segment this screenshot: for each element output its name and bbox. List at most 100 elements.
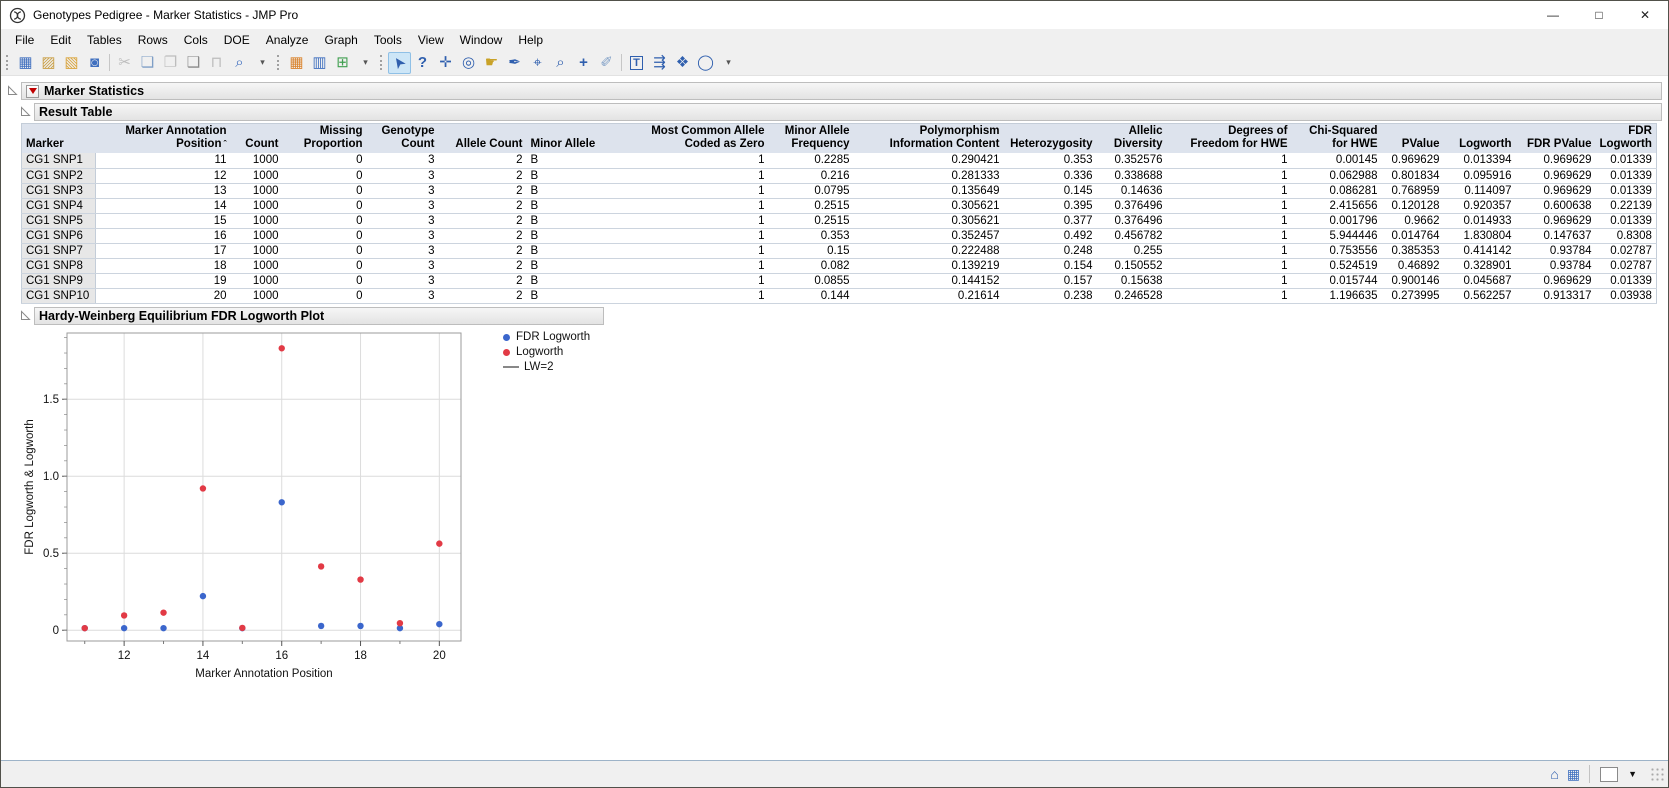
menu-help[interactable]: Help: [510, 31, 551, 49]
column-header[interactable]: Marker: [22, 124, 96, 154]
target-tool-icon[interactable]: ◎: [457, 52, 480, 74]
minimize-button[interactable]: —: [1530, 1, 1576, 29]
open-icon[interactable]: ▧: [60, 52, 83, 74]
new-journal-icon[interactable]: ▨: [37, 52, 60, 74]
legend-item-reference-line[interactable]: LW=2: [503, 360, 590, 375]
column-header[interactable]: Degrees of Freedom for HWE: [1167, 124, 1292, 154]
lasso-tool-icon[interactable]: ⌖: [526, 52, 549, 74]
menu-cols[interactable]: Cols: [176, 31, 216, 49]
table-row[interactable]: CG1 SNP1111000032B10.22850.2904210.3530.…: [22, 153, 1657, 168]
arrow-tool-icon[interactable]: ➤: [388, 52, 411, 74]
column-header[interactable]: Logworth: [1444, 124, 1516, 154]
hand-tool-icon[interactable]: ☛: [480, 52, 503, 74]
search-icon[interactable]: ⌕: [228, 52, 251, 74]
save-icon[interactable]: ◙: [83, 52, 106, 74]
move-tool-icon[interactable]: ✛: [434, 52, 457, 74]
crosshair-tool-icon[interactable]: +: [572, 52, 595, 74]
menu-graph[interactable]: Graph: [316, 31, 365, 49]
collapse-triangle-icon[interactable]: [20, 310, 31, 321]
table-row[interactable]: CG1 SNP5151000032B10.25150.3056210.3770.…: [22, 213, 1657, 228]
data-point-logworth-20[interactable]: [436, 540, 442, 546]
column-header[interactable]: Polymorphism Information Content: [854, 124, 1004, 154]
plot-area[interactable]: [67, 333, 461, 641]
color-swatch[interactable]: [1600, 767, 1618, 782]
journal-page-icon[interactable]: ❑: [182, 52, 205, 74]
polygon-tool-icon[interactable]: ❖: [671, 52, 694, 74]
toolbar-overflow-1-icon[interactable]: ▾: [251, 52, 274, 74]
brush-tool-icon[interactable]: ✒: [503, 52, 526, 74]
table-row[interactable]: CG1 SNP2121000032B10.2160.2813330.3360.3…: [22, 168, 1657, 183]
column-header[interactable]: Minor Allele: [527, 124, 619, 154]
oval-tool-icon[interactable]: ◯: [694, 52, 717, 74]
data-point-fdr-logworth-13[interactable]: [160, 624, 166, 630]
data-point-fdr-logworth-17[interactable]: [318, 622, 324, 628]
toolbar-overflow-2-icon[interactable]: ▾: [354, 52, 377, 74]
data-point-fdr-logworth-16[interactable]: [279, 499, 285, 505]
column-info-icon[interactable]: ▥: [308, 52, 331, 74]
table-row[interactable]: CG1 SNP7171000032B10.150.2224880.2480.25…: [22, 243, 1657, 258]
data-point-logworth-11[interactable]: [82, 624, 88, 630]
legend-item[interactable]: Logworth: [503, 345, 590, 360]
column-header[interactable]: Most Common Allele Coded as Zero: [619, 124, 769, 154]
table-edit-icon[interactable]: ▦: [1567, 767, 1580, 781]
close-button[interactable]: ✕: [1622, 1, 1668, 29]
home-icon[interactable]: ⌂: [1550, 767, 1558, 781]
table-row[interactable]: CG1 SNP9191000032B10.08550.1441520.1570.…: [22, 273, 1657, 288]
column-header[interactable]: PValue: [1382, 124, 1444, 154]
menu-tools[interactable]: Tools: [366, 31, 410, 49]
column-header[interactable]: Count: [231, 124, 283, 154]
red-triangle-menu-icon[interactable]: [26, 85, 39, 98]
data-point-fdr-logworth-18[interactable]: [357, 622, 363, 628]
menu-window[interactable]: Window: [452, 31, 511, 49]
data-point-logworth-14[interactable]: [200, 485, 206, 491]
data-point-fdr-logworth-20[interactable]: [436, 620, 442, 626]
column-header[interactable]: Genotype Count: [367, 124, 439, 154]
data-point-logworth-17[interactable]: [318, 563, 324, 569]
new-data-table-icon[interactable]: ▦: [14, 52, 37, 74]
annotate-tool-icon[interactable]: T: [625, 52, 648, 74]
column-header[interactable]: Allelic Diversity: [1097, 124, 1167, 154]
data-point-logworth-16[interactable]: [279, 345, 285, 351]
column-header[interactable]: Heterozygosity: [1004, 124, 1097, 154]
statusbar-dropdown-icon[interactable]: ▼: [1628, 769, 1637, 779]
column-header[interactable]: Chi-Squared for HWE: [1292, 124, 1382, 154]
data-point-logworth-19[interactable]: [397, 619, 403, 625]
resize-grip[interactable]: [1650, 767, 1665, 782]
menu-doe[interactable]: DOE: [216, 31, 258, 49]
data-point-logworth-18[interactable]: [357, 576, 363, 582]
menu-tables[interactable]: Tables: [79, 31, 130, 49]
collapse-triangle-icon[interactable]: [7, 85, 18, 96]
column-header[interactable]: FDR Logworth: [1596, 124, 1657, 154]
toolbar-overflow-3-icon[interactable]: ▾: [717, 52, 740, 74]
data-point-logworth-15[interactable]: [239, 624, 245, 630]
menu-view[interactable]: View: [410, 31, 452, 49]
new-graph-icon[interactable]: ⊞: [331, 52, 354, 74]
table-row[interactable]: CG1 SNP4141000032B10.25150.3056210.3950.…: [22, 198, 1657, 213]
table-row[interactable]: CG1 SNP6161000032B10.3530.3524570.4920.4…: [22, 228, 1657, 243]
column-header[interactable]: Minor Allele Frequency: [769, 124, 854, 154]
maximize-button[interactable]: □: [1576, 1, 1622, 29]
copy-icon[interactable]: ❏: [136, 52, 159, 74]
eraser-tool-icon[interactable]: ✐: [595, 52, 618, 74]
line-annotate-tool-icon[interactable]: ⇶: [648, 52, 671, 74]
collapse-triangle-icon[interactable]: [20, 106, 31, 117]
column-header[interactable]: Missing Proportion: [283, 124, 367, 154]
table-row[interactable]: CG1 SNP10201000032B10.1440.216140.2380.2…: [22, 288, 1657, 303]
table-row[interactable]: CG1 SNP3131000032B10.07950.1356490.1450.…: [22, 183, 1657, 198]
help-tool-icon[interactable]: ?: [411, 52, 434, 74]
data-point-logworth-13[interactable]: [160, 609, 166, 615]
legend-item[interactable]: FDR Logworth: [503, 330, 590, 345]
menu-file[interactable]: File: [7, 31, 42, 49]
data-point-fdr-logworth-14[interactable]: [200, 592, 206, 598]
table-row[interactable]: CG1 SNP8181000032B10.0820.1392190.1540.1…: [22, 258, 1657, 273]
column-header[interactable]: FDR PValue: [1516, 124, 1596, 154]
menu-rows[interactable]: Rows: [130, 31, 176, 49]
hwe-fdr-logworth-plot[interactable]: 121416182000.51.01.5Marker Annotation Po…: [19, 327, 489, 685]
data-point-fdr-logworth-12[interactable]: [121, 624, 127, 630]
column-header[interactable]: Allele Count: [439, 124, 527, 154]
menu-analyze[interactable]: Analyze: [258, 31, 317, 49]
data-point-logworth-12[interactable]: [121, 612, 127, 618]
zoom-tool-icon[interactable]: ⌕: [549, 52, 572, 74]
data-table-view-icon[interactable]: ▦: [285, 52, 308, 74]
menu-edit[interactable]: Edit: [42, 31, 79, 49]
